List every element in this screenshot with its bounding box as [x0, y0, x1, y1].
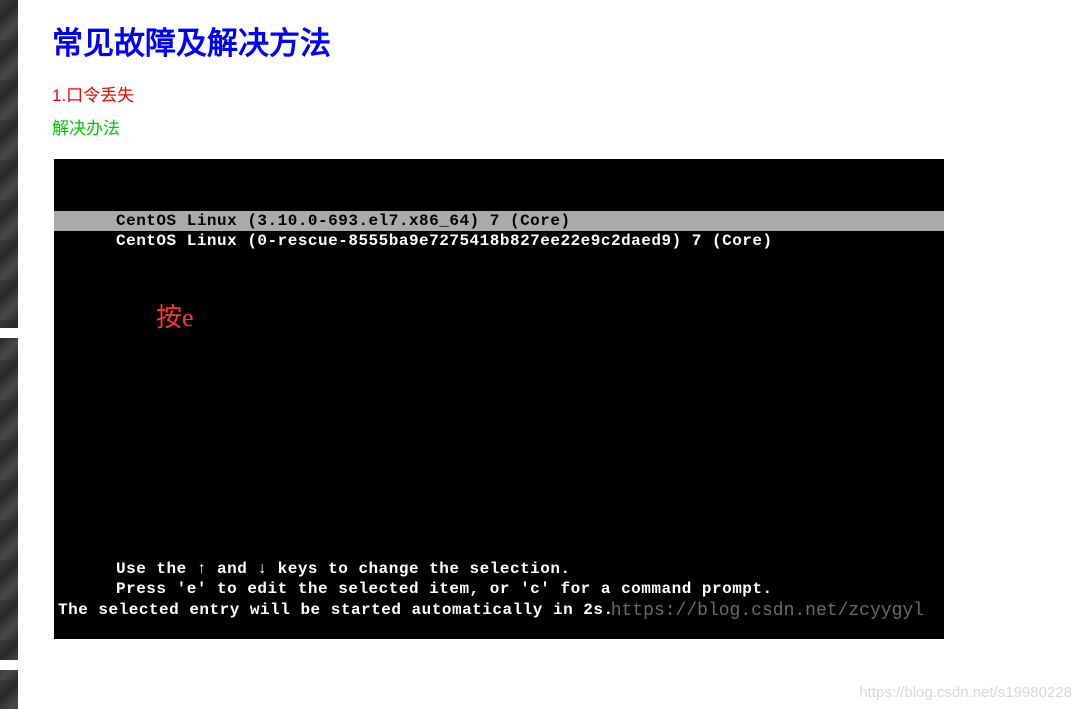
- article-content: 常见故障及解决方法 1.口令丢失 解决办法 CentOS Linux (3.10…: [0, 0, 1088, 639]
- terminal-screenshot-wrapper: CentOS Linux (3.10.0-693.el7.x86_64) 7 (…: [54, 159, 1058, 639]
- help-line: Press 'e' to edit the selected item, or …: [54, 579, 944, 600]
- grub-menu-entry: CentOS Linux (0-rescue-8555ba9e7275418b8…: [54, 231, 944, 251]
- article-heading: 常见故障及解决方法: [52, 18, 1058, 63]
- solution-label: 解决办法: [52, 114, 1058, 139]
- problem-title: 1.口令丢失: [52, 81, 1058, 106]
- border-break: [0, 328, 18, 338]
- grub-menu-entry-selected: CentOS Linux (3.10.0-693.el7.x86_64) 7 (…: [54, 211, 944, 231]
- help-line: Use the ↑ and ↓ keys to change the selec…: [54, 559, 944, 580]
- left-decorative-border: [0, 0, 18, 709]
- watermark-inner: https://blog.csdn.net/zcyygyl: [611, 601, 924, 621]
- watermark-outer: https://blog.csdn.net/s19980228: [859, 684, 1072, 701]
- border-break: [0, 660, 18, 670]
- press-e-annotation: 按e: [156, 297, 194, 334]
- terminal-screenshot: CentOS Linux (3.10.0-693.el7.x86_64) 7 (…: [54, 159, 944, 639]
